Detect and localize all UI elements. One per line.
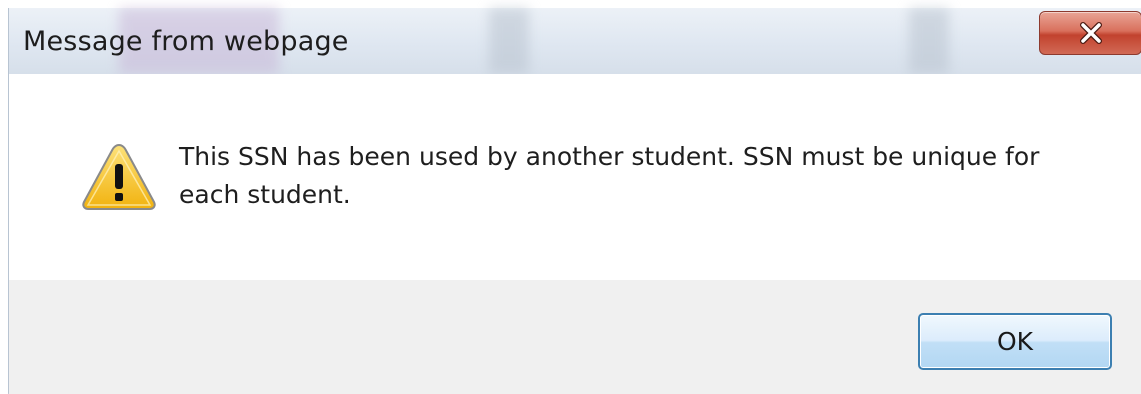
close-icon xyxy=(1079,22,1102,44)
dialog-message: This SSN has been used by another studen… xyxy=(179,142,1040,209)
dialog-content: This SSN has been used by another studen… xyxy=(9,74,1141,280)
message-dialog: Message from webpage This SSN has been u… xyxy=(8,8,1141,394)
dialog-title-bar[interactable]: Message from webpage xyxy=(9,8,1141,74)
close-button[interactable] xyxy=(1039,11,1141,55)
warning-icon xyxy=(82,143,156,210)
dialog-title: Message from webpage xyxy=(23,26,349,57)
dialog-footer: OK xyxy=(9,280,1141,394)
ok-button[interactable]: OK xyxy=(918,313,1112,370)
